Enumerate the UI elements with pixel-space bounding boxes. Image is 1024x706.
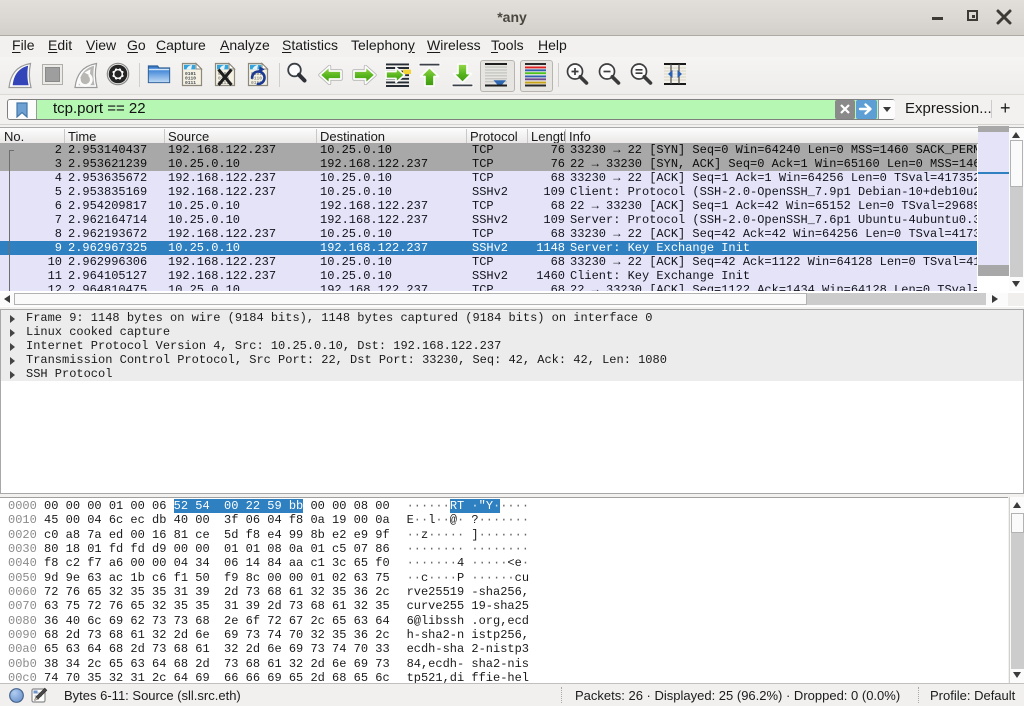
svg-text:0111: 0111 — [185, 80, 196, 86]
